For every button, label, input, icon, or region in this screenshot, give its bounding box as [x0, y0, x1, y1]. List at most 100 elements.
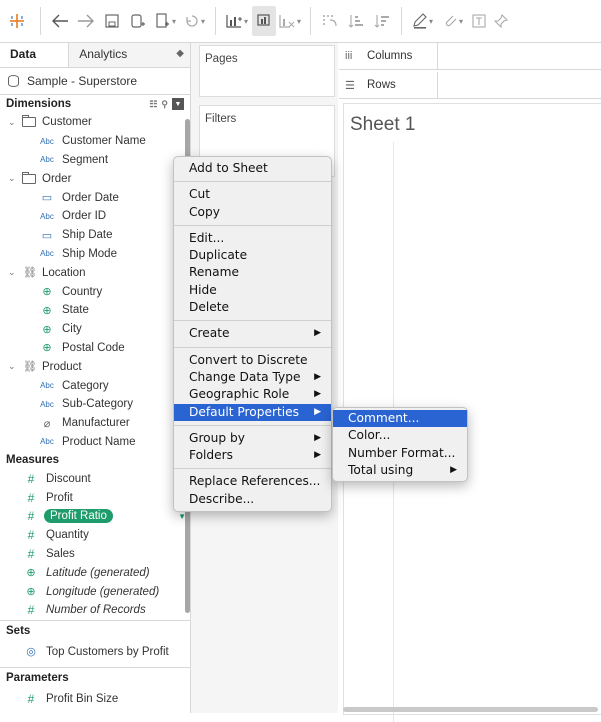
menu-item-delete[interactable]: Delete: [174, 299, 331, 316]
menu-separator: [174, 346, 331, 348]
dimension-item-product[interactable]: ⌄ ⛓ Product: [0, 357, 190, 376]
chevron-down-icon[interactable]: ⌄: [8, 117, 18, 128]
menu-item-label: Convert to Discrete: [189, 352, 308, 367]
menu-item-convert-to-discrete[interactable]: Convert to Discrete: [174, 352, 331, 369]
dimension-label: Location: [42, 266, 86, 279]
dimension-item-order[interactable]: ⌄ Order: [0, 169, 190, 188]
sets-header: Sets: [0, 619, 190, 641]
menu-item-folders[interactable]: Folders ▶: [174, 447, 331, 464]
abc-string-icon: Abc: [40, 155, 54, 165]
dimension-item-manufacturer[interactable]: ⌀ Manufacturer: [0, 414, 190, 433]
dimension-item-category[interactable]: Abc Category: [0, 376, 190, 395]
menu-item-duplicate[interactable]: Duplicate: [174, 247, 331, 264]
columns-shelf-label: Columns: [363, 43, 438, 69]
measure-item-number-of-records[interactable]: # Number of Records: [0, 601, 190, 620]
dimension-item-country[interactable]: ⊕ Country: [0, 282, 190, 301]
highlight-icon[interactable]: ▾: [408, 6, 438, 36]
view-list-icon[interactable]: ☷: [149, 99, 157, 110]
menu-item-cut[interactable]: Cut: [174, 186, 331, 203]
menu-item-create[interactable]: Create ▶: [174, 325, 331, 342]
menu-item-label: Change Data Type: [189, 369, 301, 384]
parameter-item-profit-bin-size[interactable]: # Profit Bin Size: [0, 688, 190, 710]
abc-string-icon: Abc: [40, 249, 54, 259]
measure-label: Profit Ratio: [44, 509, 113, 524]
pin-icon[interactable]: [490, 6, 512, 36]
measure-item-latitude-generated[interactable]: ⊕ Latitude (generated): [0, 563, 190, 582]
set-item-top-customers-by-profit[interactable]: ◎ Top Customers by Profit: [0, 641, 190, 663]
measure-item-quantity[interactable]: # Quantity: [0, 526, 190, 545]
measure-item-longitude-generated[interactable]: ⊕ Longitude (generated): [0, 582, 190, 601]
dimension-item-city[interactable]: ⊕ City: [0, 320, 190, 339]
measure-icon: #: [27, 471, 35, 486]
rows-shelf[interactable]: ☰ Rows: [339, 72, 601, 99]
menu-item-hide[interactable]: Hide: [174, 282, 331, 299]
sheet-title[interactable]: Sheet 1: [350, 114, 416, 136]
measure-item-profit-ratio[interactable]: # Profit Ratio ▼: [0, 507, 190, 526]
menu-item-label: Default Properties: [189, 404, 299, 419]
menu-item-edit[interactable]: Edit...: [174, 230, 331, 247]
undo-icon[interactable]: ▾: [181, 6, 209, 36]
dimension-item-ship-date[interactable]: ▭ Ship Date: [0, 226, 190, 245]
dimension-item-customer-name[interactable]: Abc Customer Name: [0, 132, 190, 151]
menu-item-change-data-type[interactable]: Change Data Type ▶: [174, 369, 331, 386]
dimension-item-segment[interactable]: Abc Segment: [0, 151, 190, 170]
dimension-label: Customer Name: [62, 135, 146, 148]
menu-item-add-to-sheet[interactable]: Add to Sheet: [174, 160, 331, 177]
sheet-horizontal-scrollbar[interactable]: [343, 707, 598, 712]
dimension-label: Postal Code: [62, 341, 125, 354]
dimension-item-sub-category[interactable]: Abc Sub-Category: [0, 395, 190, 414]
dimension-item-state[interactable]: ⊕ State: [0, 301, 190, 320]
clear-sheet-icon[interactable]: ▾: [276, 6, 304, 36]
dimension-item-customer[interactable]: ⌄ Customer: [0, 113, 190, 132]
measure-item-profit[interactable]: # Profit: [0, 488, 190, 507]
submenu-item-total-using[interactable]: Total using ▶: [333, 462, 467, 479]
submenu-item-color[interactable]: Color...: [333, 427, 467, 444]
submenu-item-number-format[interactable]: Number Format...: [333, 445, 467, 462]
dimension-item-order-date[interactable]: ▭ Order Date: [0, 188, 190, 207]
measure-item-sales[interactable]: # Sales: [0, 545, 190, 564]
menu-separator: [174, 224, 331, 226]
group-icon[interactable]: ▾: [438, 6, 468, 36]
tableau-logo-icon[interactable]: [0, 6, 34, 36]
folder-icon: [22, 115, 36, 128]
menu-item-default-properties[interactable]: Default Properties ▶: [174, 403, 331, 421]
chevron-down-icon[interactable]: ⌄: [8, 267, 18, 278]
back-arrow-icon[interactable]: [47, 6, 73, 36]
tab-menu-icon[interactable]: ◆: [176, 43, 190, 67]
duplicate-sheet-icon[interactable]: [252, 6, 276, 36]
sort-descending-icon[interactable]: [369, 6, 395, 36]
dimension-item-ship-mode[interactable]: Abc Ship Mode: [0, 245, 190, 264]
menu-item-copy[interactable]: Copy: [174, 204, 331, 221]
new-worksheet-chart-icon[interactable]: ▾: [222, 6, 252, 36]
sort-ascending-icon[interactable]: [343, 6, 369, 36]
forward-arrow-icon[interactable]: [73, 6, 99, 36]
chevron-down-icon[interactable]: ⌄: [8, 361, 18, 372]
tab-analytics[interactable]: Analytics: [69, 43, 177, 67]
swap-icon[interactable]: [317, 6, 343, 36]
save-icon[interactable]: [99, 6, 125, 36]
dimension-label: Segment: [62, 153, 109, 166]
new-worksheet-icon[interactable]: ▾: [151, 6, 181, 36]
menu-item-group-by[interactable]: Group by ▶: [174, 430, 331, 447]
sets-header-label: Sets: [6, 624, 31, 637]
menu-item-rename[interactable]: Rename: [174, 264, 331, 281]
label-icon[interactable]: [468, 6, 490, 36]
dimensions-menu-icon[interactable]: ▼: [172, 98, 184, 110]
chevron-down-icon[interactable]: ⌄: [8, 173, 18, 184]
columns-shelf[interactable]: iii Columns: [339, 43, 601, 70]
search-icon[interactable]: ⚲: [161, 99, 168, 110]
tab-data[interactable]: Data: [0, 43, 70, 67]
dimension-item-product-name[interactable]: Abc Product Name: [0, 433, 190, 452]
submenu-item-comment[interactable]: Comment...: [333, 410, 467, 428]
dimension-item-order-id[interactable]: Abc Order ID: [0, 207, 190, 226]
measure-item-discount[interactable]: # Discount: [0, 469, 190, 488]
menu-item-replace-references[interactable]: Replace References...: [174, 473, 331, 490]
dimension-label: Order: [42, 172, 72, 185]
menu-item-geographic-role[interactable]: Geographic Role ▶: [174, 386, 331, 403]
dimension-item-postal-code[interactable]: ⊕ Postal Code: [0, 339, 190, 358]
new-data-source-icon[interactable]: [125, 6, 151, 36]
menu-item-describe[interactable]: Describe...: [174, 491, 331, 508]
dimension-item-location[interactable]: ⌄ ⛓ Location: [0, 263, 190, 282]
data-source-item[interactable]: Sample - Superstore: [0, 68, 190, 95]
pages-card[interactable]: Pages: [199, 45, 335, 97]
